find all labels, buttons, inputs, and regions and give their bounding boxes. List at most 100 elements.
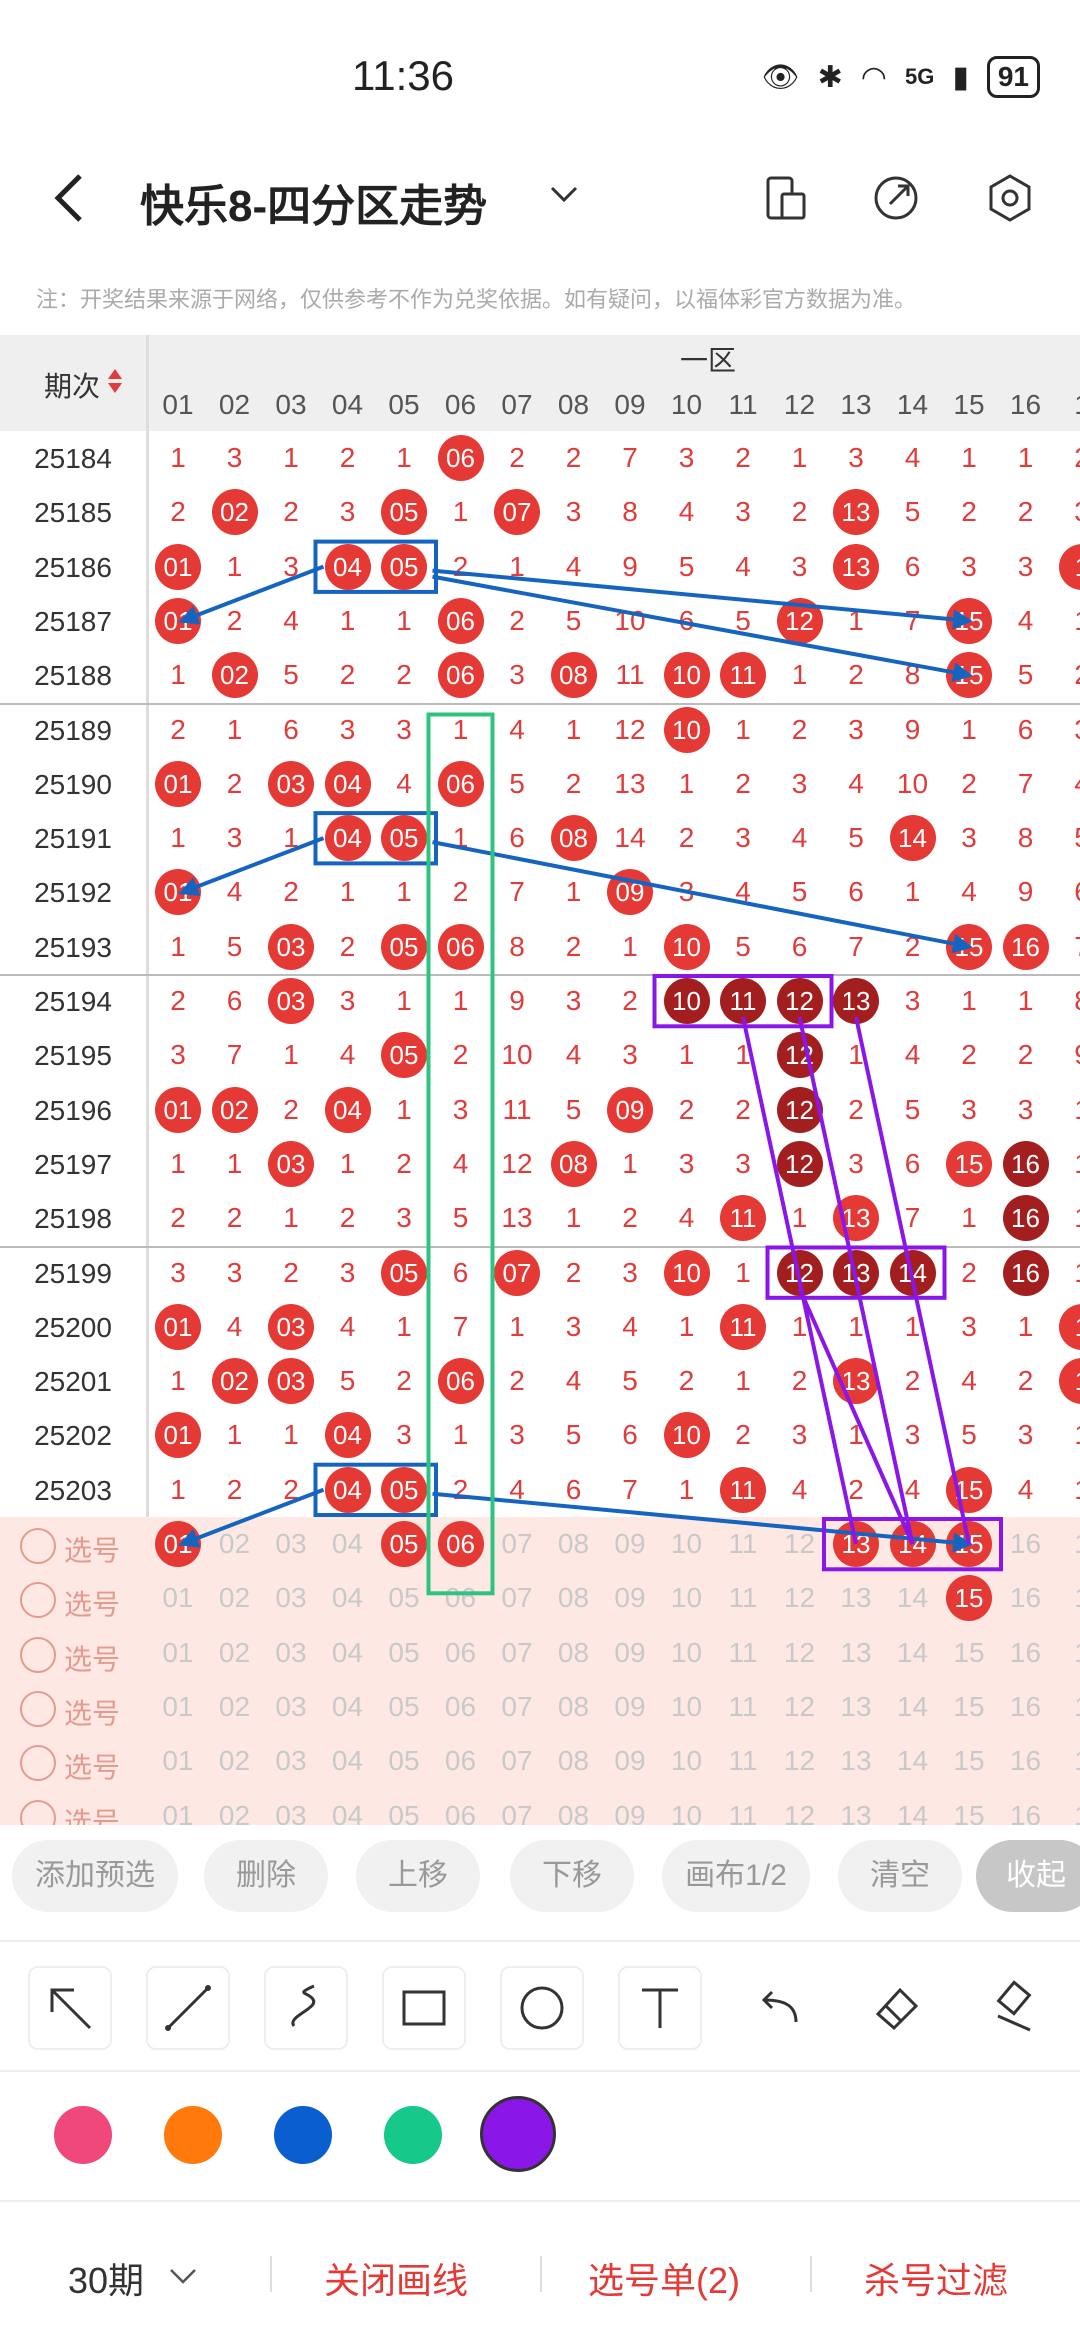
pick-number[interactable]: 02 (207, 1517, 263, 1571)
pick-number[interactable]: 08 (546, 1789, 602, 1826)
hit-ball[interactable]: 03 (268, 1358, 314, 1405)
pick-label[interactable]: 选号 (64, 1692, 120, 1732)
pick-number[interactable]: 12 (772, 1517, 828, 1571)
hit-ball[interactable]: 01 (155, 543, 201, 590)
picked-ball[interactable]: 05 (381, 1521, 427, 1567)
pick-number[interactable]: 1 (1054, 1789, 1080, 1826)
pick-number[interactable]: 08 (546, 1571, 602, 1625)
pick-number[interactable]: 04 (320, 1734, 376, 1788)
settings-icon[interactable] (984, 172, 1036, 224)
pick-number[interactable]: 10 (659, 1680, 715, 1734)
share-icon[interactable] (870, 172, 922, 224)
hit-ball[interactable]: 14 (889, 1249, 936, 1296)
back-icon[interactable] (50, 170, 90, 226)
hit-ball[interactable]: 16 (1002, 1249, 1049, 1296)
pick-number[interactable]: 13 (828, 1626, 884, 1680)
hit-ball[interactable]: 03 (268, 923, 314, 970)
pick-number[interactable]: 15 (941, 1626, 997, 1680)
hit-ball[interactable]: 03 (268, 978, 314, 1024)
hit-ball[interactable]: 11 (720, 978, 766, 1024)
pick-number[interactable]: 01 (150, 1789, 206, 1826)
close-draw-button[interactable]: 关闭画线 (324, 2252, 468, 2304)
pick-number[interactable]: 12 (772, 1626, 828, 1680)
hit-ball[interactable]: 09 (607, 869, 653, 916)
pick-number[interactable]: 02 (207, 1680, 263, 1734)
color-swatch-green[interactable] (384, 2106, 442, 2164)
picked-ball[interactable]: 15 (946, 1521, 992, 1567)
column-header[interactable]: 01 (150, 389, 206, 421)
pick-number[interactable]: 13 (828, 1571, 884, 1625)
pick-number[interactable]: 03 (263, 1789, 319, 1826)
pick-label[interactable]: 选号 (64, 1529, 120, 1569)
hit-ball[interactable]: 11 (720, 1466, 766, 1513)
pick-number[interactable]: 02 (207, 1789, 263, 1826)
pick-number[interactable]: 06 (433, 1680, 489, 1734)
hit-ball[interactable]: 04 (324, 760, 371, 807)
hit-ball[interactable]: 04 (324, 1412, 371, 1459)
hit-ball[interactable]: 10 (663, 652, 710, 699)
pick-number[interactable]: 16 (998, 1680, 1054, 1734)
pick-number[interactable]: 09 (602, 1680, 658, 1734)
pick-number[interactable]: 07 (489, 1789, 545, 1826)
hit-ball[interactable]: 13 (833, 1249, 879, 1296)
hit-ball[interactable]: 04 (324, 815, 371, 862)
hit-ball[interactable]: 05 (381, 815, 427, 862)
pick-number[interactable]: 01 (150, 1626, 206, 1680)
pick-number[interactable]: 06 (433, 1571, 489, 1625)
hit-ball[interactable]: 01 (155, 760, 201, 807)
pick-number[interactable]: 02 (207, 1734, 263, 1788)
pick-number[interactable]: 10 (659, 1734, 715, 1788)
hit-ball[interactable]: 13 (833, 543, 879, 590)
hit-ball[interactable]: 13 (833, 489, 879, 536)
hit-ball[interactable]: 15 (946, 1140, 992, 1187)
pick-number[interactable]: 03 (263, 1571, 319, 1625)
hit-ball[interactable]: 09 (607, 1086, 653, 1133)
pick-number[interactable]: 11 (715, 1734, 771, 1788)
picked-ball[interactable]: 01 (155, 1521, 201, 1567)
hit-ball[interactable]: 03 (268, 1140, 314, 1187)
color-swatch-purple-selected[interactable] (480, 2096, 556, 2172)
hit-ball[interactable]: 11 (720, 1195, 766, 1242)
column-header[interactable]: 15 (941, 389, 997, 421)
column-header[interactable]: 03 (263, 389, 319, 421)
issue-header[interactable]: 期次 (44, 365, 100, 405)
pick-number[interactable]: 16 (998, 1571, 1054, 1625)
pick-number[interactable]: 13 (828, 1734, 884, 1788)
hit-ball[interactable]: 08 (550, 652, 597, 699)
hit-ball[interactable]: 04 (324, 1086, 371, 1133)
pick-label[interactable]: 选号 (64, 1801, 120, 1826)
hit-ball[interactable]: 12 (776, 1140, 823, 1187)
pick-number[interactable]: 13 (828, 1789, 884, 1826)
column-header[interactable]: 11 (715, 389, 771, 421)
hit-ball[interactable]: 16 (1002, 923, 1049, 970)
pick-number[interactable]: 06 (433, 1626, 489, 1680)
circle-icon[interactable] (500, 1966, 584, 2050)
pick-number[interactable]: 05 (376, 1626, 432, 1680)
hit-ball[interactable]: 02 (211, 1086, 258, 1133)
hit-ball[interactable]: 1 (1059, 1303, 1080, 1350)
hit-ball[interactable]: 1 (1059, 543, 1080, 590)
hit-ball[interactable]: 06 (437, 597, 484, 644)
column-header[interactable]: 02 (207, 389, 263, 421)
pick-number[interactable]: 15 (941, 1680, 997, 1734)
select-radio[interactable] (20, 1690, 56, 1727)
pick-number[interactable]: 01 (150, 1734, 206, 1788)
trend-table[interactable]: 期次 一区 0102030405060708091011121314151612… (0, 335, 1080, 1825)
pick-number[interactable]: 06 (433, 1789, 489, 1826)
pick-number[interactable]: 11 (715, 1571, 771, 1625)
picked-ball[interactable]: 06 (437, 1521, 484, 1567)
pick-label[interactable]: 选号 (64, 1638, 120, 1678)
pick-number[interactable]: 04 (320, 1571, 376, 1625)
hit-ball[interactable]: 10 (663, 706, 710, 753)
pick-number[interactable]: 07 (489, 1626, 545, 1680)
hit-ball[interactable]: 15 (946, 597, 992, 644)
period-selector[interactable]: 30期 (68, 2252, 144, 2304)
move-down-button[interactable]: 下移 (510, 1840, 634, 1912)
hit-ball[interactable]: 16 (1002, 1195, 1049, 1242)
hit-ball[interactable]: 12 (776, 1249, 823, 1296)
pick-number[interactable]: 07 (489, 1734, 545, 1788)
pick-number[interactable]: 09 (602, 1626, 658, 1680)
hit-ball[interactable]: 02 (211, 652, 258, 699)
hit-ball[interactable]: 11 (720, 1303, 766, 1350)
pick-number[interactable]: 1 (1054, 1517, 1080, 1571)
